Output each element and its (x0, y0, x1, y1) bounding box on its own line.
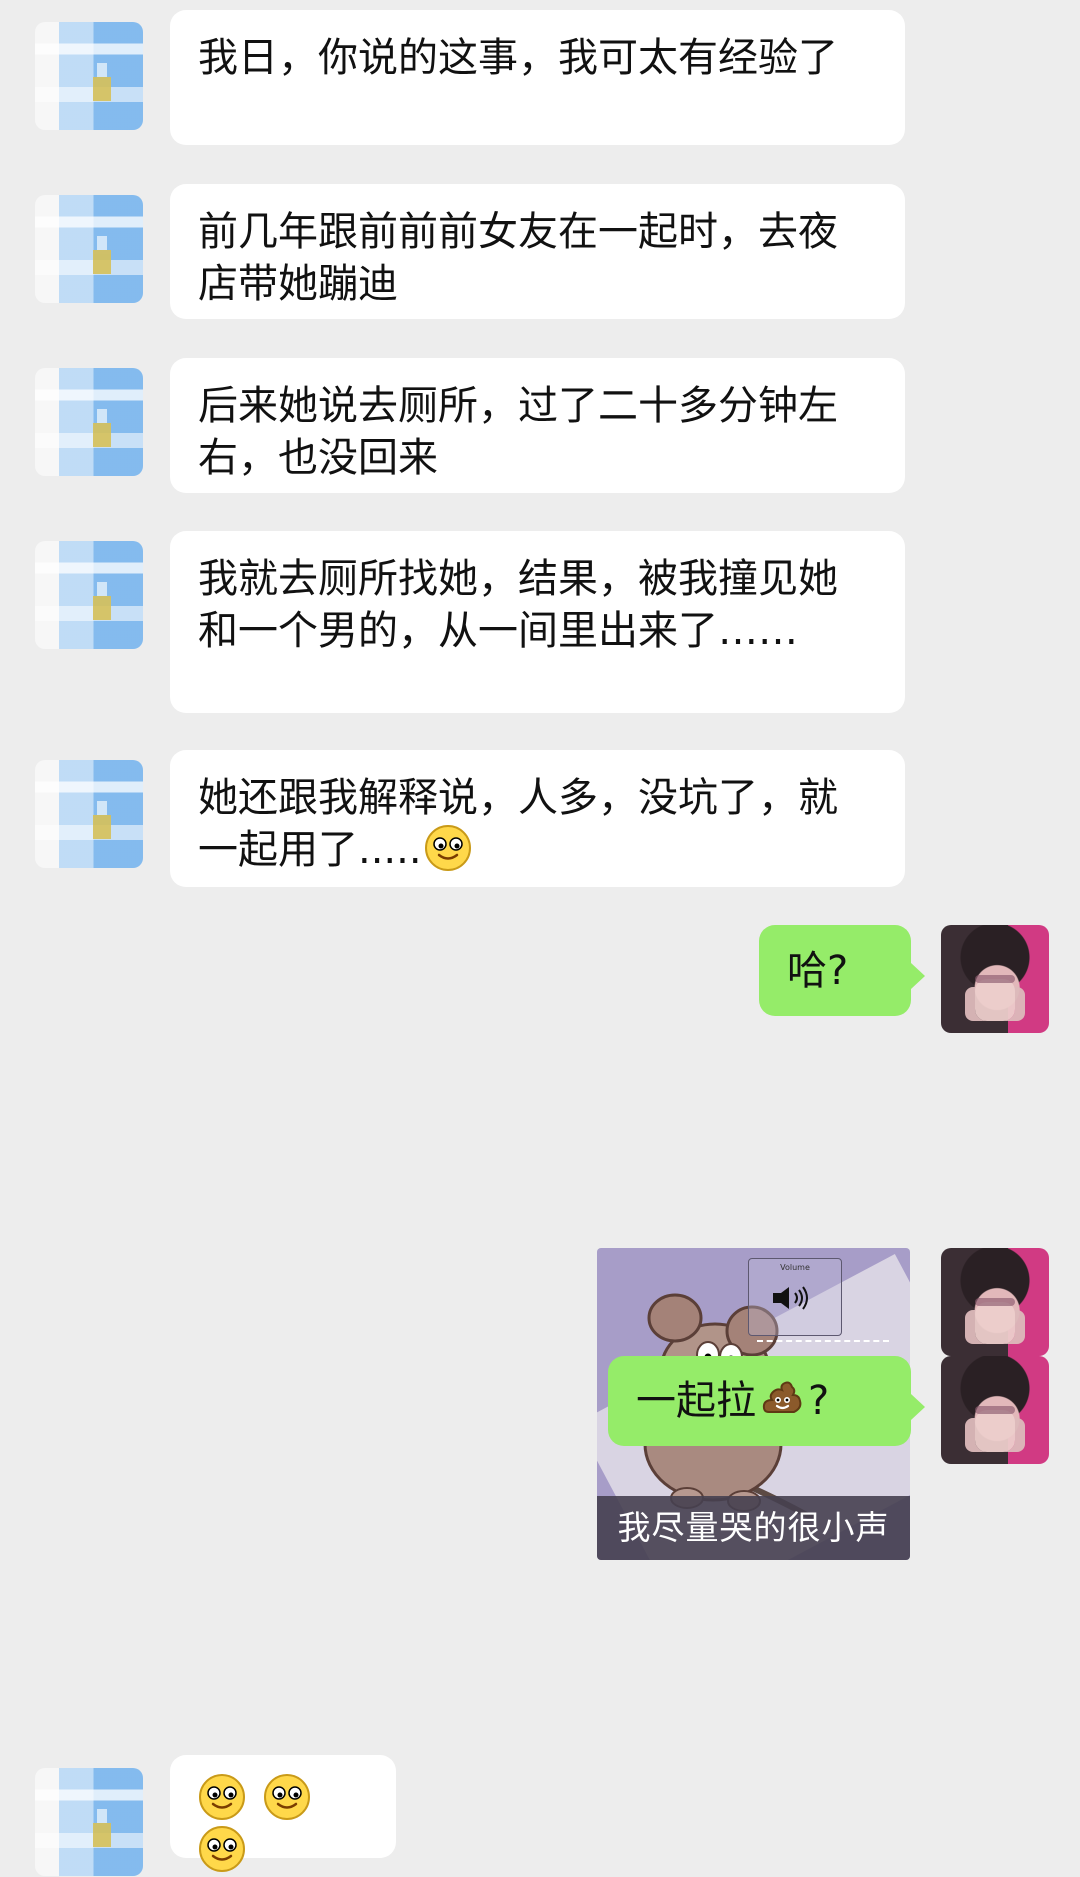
message-text: 哈? (787, 947, 849, 994)
message-bubble-self[interactable]: 一起拉 ? (608, 1356, 925, 1446)
message-text: 我就去厕所找她，结果，被我撞见她和一个男的，从一间里出来了…… (198, 556, 838, 654)
bubble-tail (911, 963, 925, 989)
emoji-row (196, 1773, 370, 1877)
friend-avatar[interactable] (35, 760, 143, 868)
pile-of-poo-icon (762, 1381, 802, 1413)
message-text: 我日，你说的这事，我可太有经验了 (198, 35, 838, 81)
volume-label: Volume (780, 1263, 810, 1272)
message-text-body: 她还跟我解释说，人多，没坑了，就一起用了..... (198, 775, 838, 873)
message-bubble[interactable] (170, 1755, 396, 1872)
sticker-caption: 我尽量哭的很小声 (617, 1508, 890, 1547)
friend-avatar[interactable] (35, 195, 143, 303)
self-avatar[interactable] (941, 925, 1049, 1033)
message-text-suffix: ? (808, 1378, 830, 1424)
slightly-smiling-face-icon (199, 1826, 245, 1872)
message-bubble[interactable]: 我日，你说的这事，我可太有经验了 (170, 10, 905, 145)
volume-popup: Volume (748, 1258, 842, 1336)
volume-level-line (757, 1340, 889, 1342)
friend-avatar[interactable] (35, 22, 143, 130)
friend-avatar[interactable] (35, 541, 143, 649)
message-text: 前几年跟前前前女友在一起时，去夜店带她蹦迪 (198, 209, 838, 307)
message-text: 一起拉 ? (636, 1375, 829, 1427)
message-bubble[interactable]: 我就去厕所找她，结果，被我撞见她和一个男的，从一间里出来了…… (170, 531, 905, 713)
message-bubble[interactable]: 后来她说去厕所，过了二十多分钟左右，也没回来 (170, 358, 905, 493)
message-bubble-self[interactable]: 哈? (759, 925, 925, 1016)
message-text: 她还跟我解释说，人多，没坑了，就一起用了..... (198, 772, 877, 876)
slightly-smiling-face-icon (263, 1774, 310, 1820)
bubble-tail (911, 1394, 925, 1420)
self-avatar[interactable] (941, 1248, 1049, 1356)
slightly-smiling-face-icon (199, 1774, 245, 1820)
slightly-smiling-face-icon (424, 825, 471, 871)
message-bubble[interactable]: 她还跟我解释说，人多，没坑了，就一起用了..... (170, 750, 905, 887)
friend-avatar[interactable] (35, 1768, 143, 1876)
message-text: 后来她说去厕所，过了二十多分钟左右，也没回来 (198, 383, 838, 481)
friend-avatar[interactable] (35, 368, 143, 476)
message-text-body: 一起拉 (636, 1378, 756, 1424)
message-bubble[interactable]: 前几年跟前前前女友在一起时，去夜店带她蹦迪 (170, 184, 905, 319)
self-avatar[interactable] (941, 1356, 1049, 1464)
speaker-icon (773, 1286, 808, 1310)
